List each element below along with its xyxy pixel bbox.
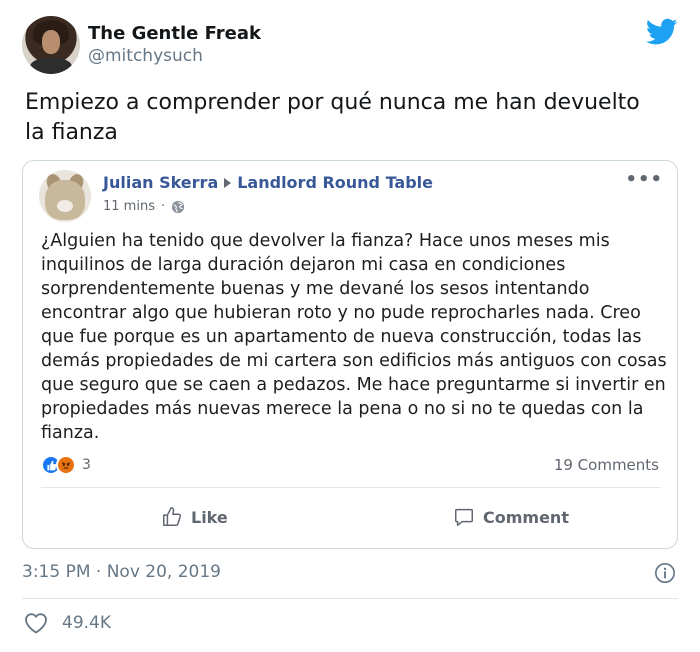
globe-icon bbox=[171, 200, 185, 213]
fb-comment-button: Comment bbox=[453, 506, 569, 528]
twitter-bird-icon[interactable] bbox=[646, 18, 678, 46]
arrow-right-icon bbox=[224, 177, 232, 188]
avatar[interactable] bbox=[22, 16, 80, 74]
heart-icon[interactable] bbox=[24, 612, 48, 634]
like-label: Like bbox=[191, 507, 228, 527]
likes-row[interactable]: 49.4K bbox=[24, 612, 111, 634]
tweet-header: The Gentle Freak @mitchysuch bbox=[22, 16, 682, 76]
fb-post-time: 11 mins bbox=[103, 199, 155, 214]
user-handle[interactable]: @mitchysuch bbox=[88, 46, 203, 66]
info-icon[interactable] bbox=[654, 562, 676, 584]
fb-reactions: 3 bbox=[41, 455, 91, 475]
like-count: 49.4K bbox=[62, 613, 111, 633]
display-name[interactable]: The Gentle Freak bbox=[88, 23, 261, 44]
fb-like-button: Like bbox=[161, 506, 228, 528]
comments-count: 19 Comments bbox=[553, 456, 659, 474]
divider bbox=[41, 487, 661, 488]
separator-dot: · bbox=[160, 199, 166, 214]
more-options-icon: ••• bbox=[625, 169, 663, 190]
facebook-post-screenshot: Julian Skerra Landlord Round Table 11 mi… bbox=[22, 160, 678, 549]
comment-icon bbox=[455, 508, 473, 526]
fb-author-avatar bbox=[39, 170, 91, 222]
thumbs-up-icon bbox=[163, 507, 182, 526]
comment-label: Comment bbox=[483, 507, 569, 527]
reaction-count: 3 bbox=[82, 457, 91, 473]
fb-author-row: Julian Skerra Landlord Round Table bbox=[103, 173, 433, 192]
fb-group-name: Landlord Round Table bbox=[237, 173, 434, 192]
tweet-text: Empiezo a comprender por qué nunca me ha… bbox=[25, 90, 640, 145]
fb-author-name: Julian Skerra bbox=[103, 173, 219, 192]
fb-post-meta: 11 mins · bbox=[103, 199, 185, 214]
fb-post-body: ¿Alguien ha tenido que devolver la fianz… bbox=[41, 231, 667, 443]
divider bbox=[22, 598, 678, 599]
angry-reaction-icon bbox=[56, 455, 76, 475]
tweet-timestamp[interactable]: 3:15 PM · Nov 20, 2019 bbox=[22, 562, 221, 582]
